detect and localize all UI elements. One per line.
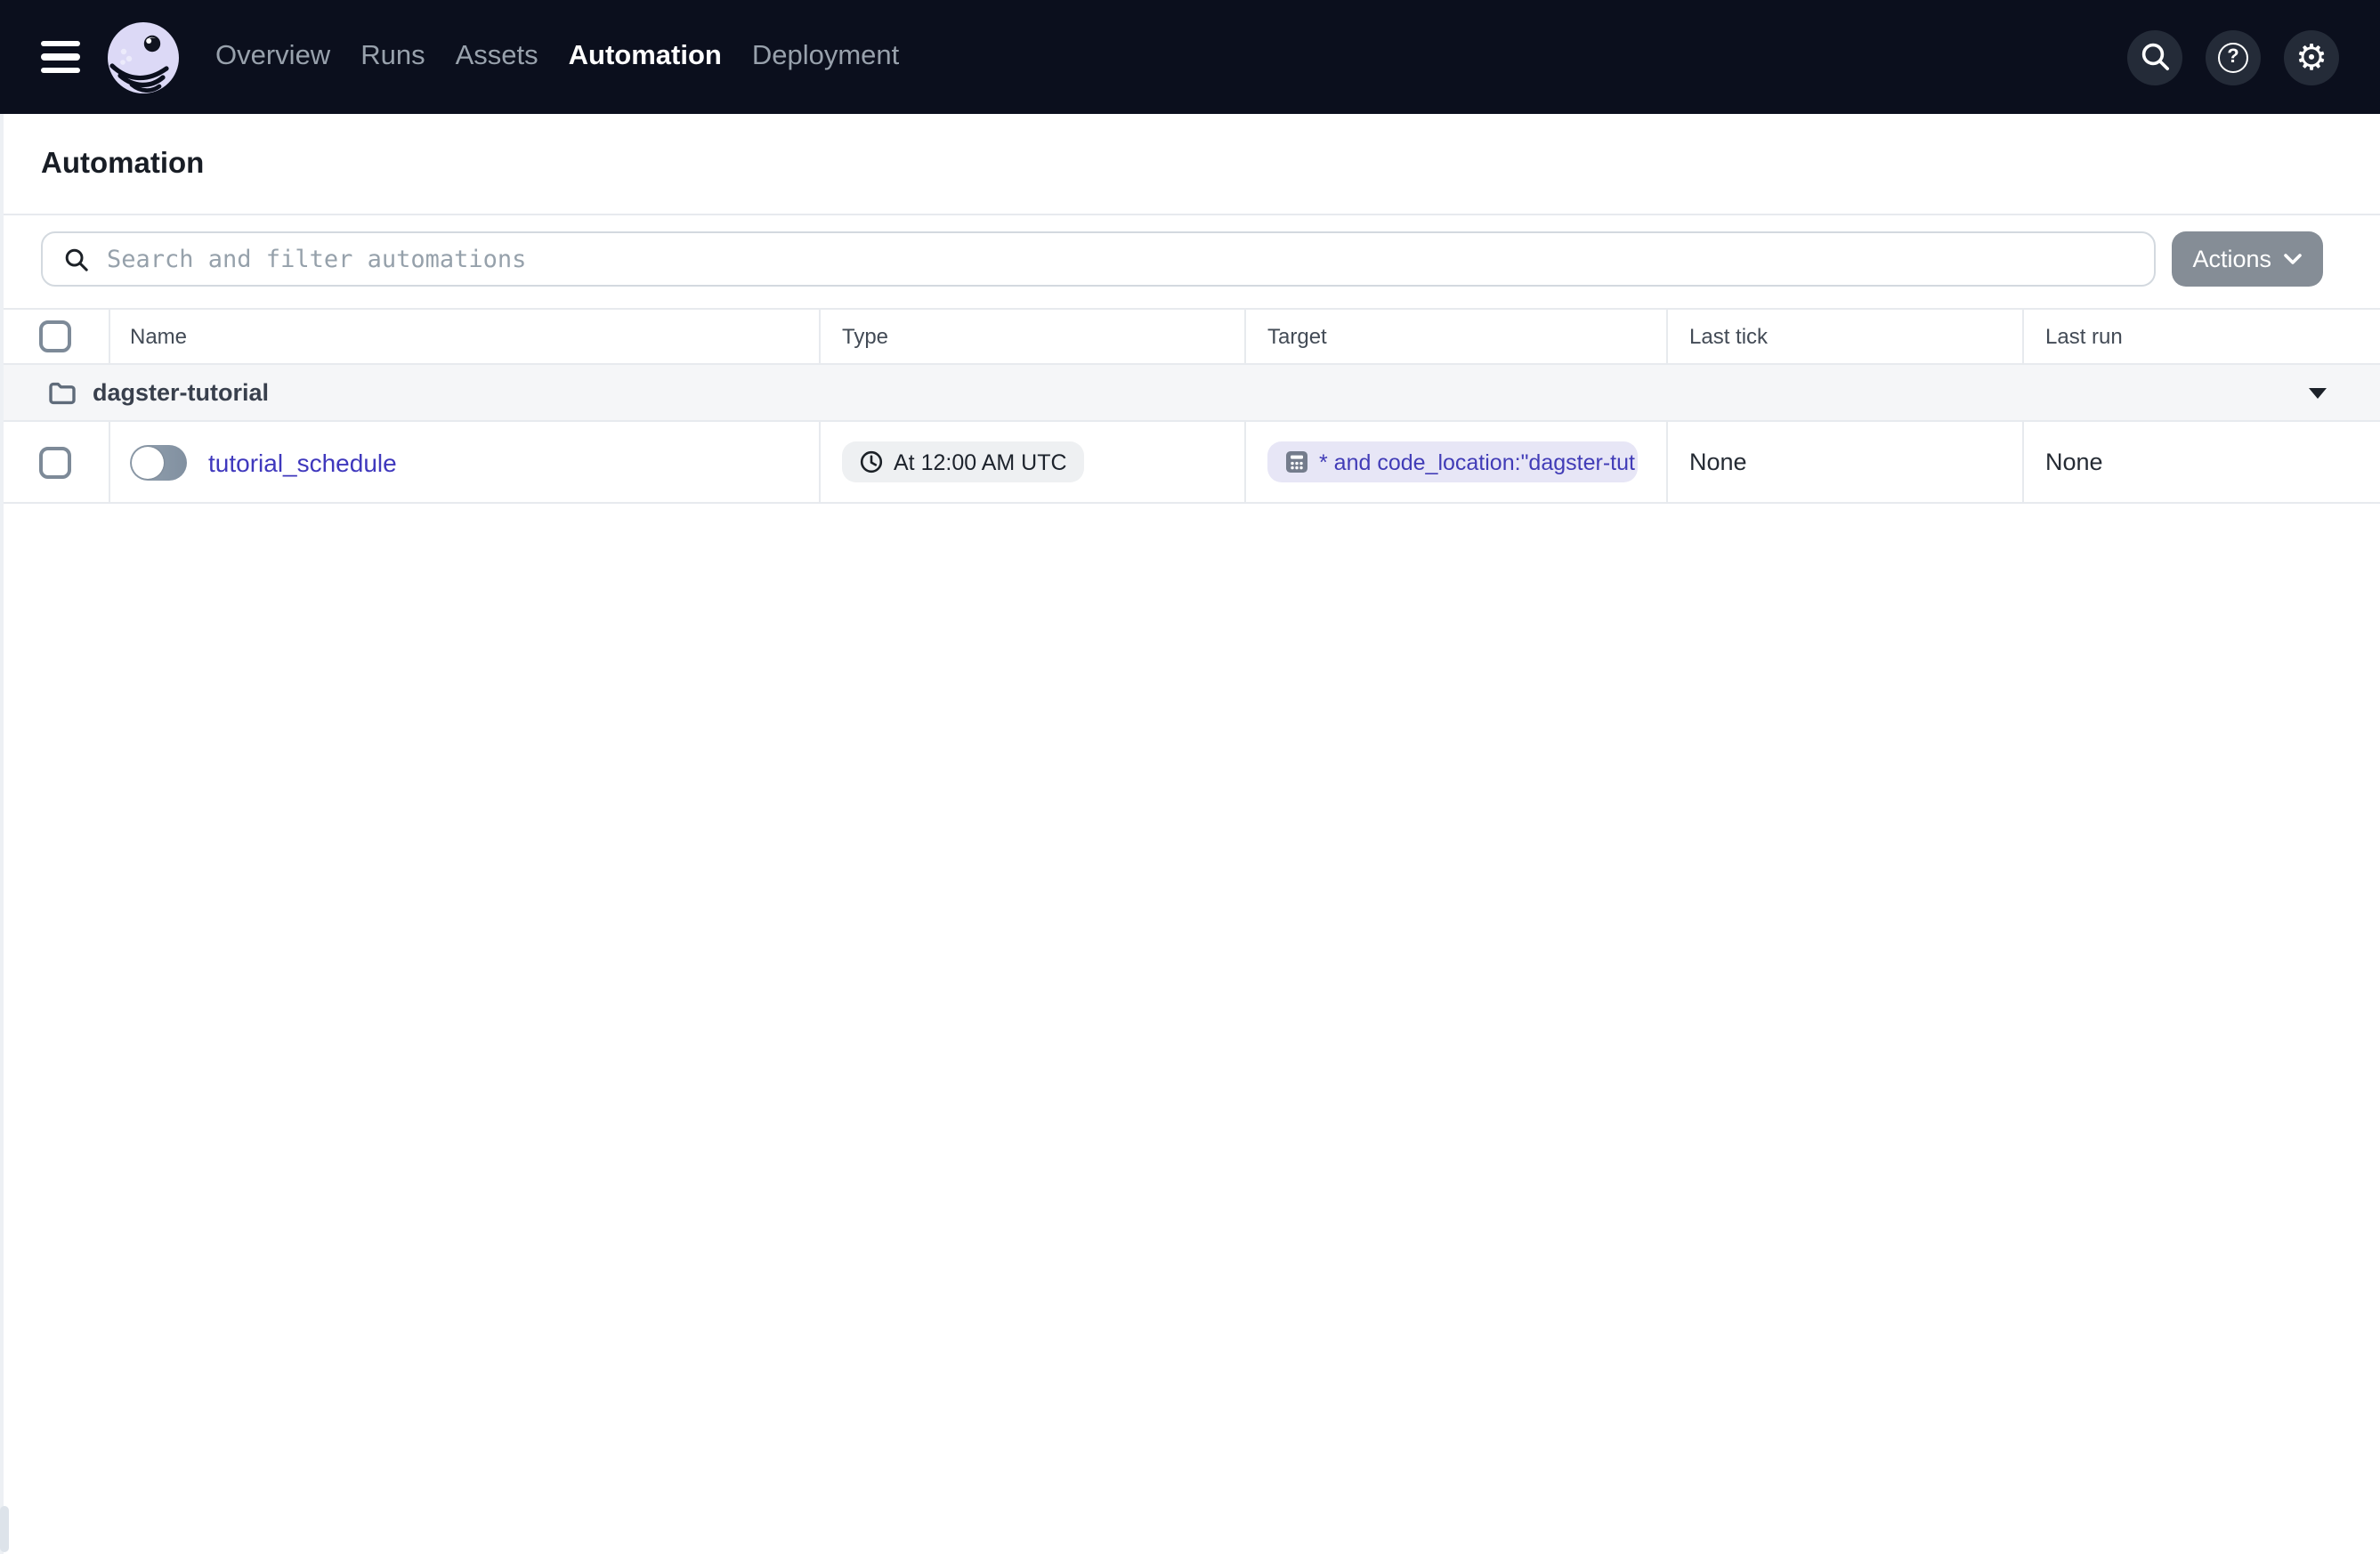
automations-table: Name Type Target Last tick Last run dags… — [0, 308, 2380, 504]
nav-item-automation[interactable]: Automation — [569, 41, 722, 73]
left-scrollbar-thumb[interactable] — [0, 1506, 9, 1552]
settings-button[interactable]: ⚙ — [2284, 29, 2339, 85]
nav-item-deployment[interactable]: Deployment — [752, 41, 899, 73]
column-header-last-run: Last run — [2022, 310, 2380, 363]
actions-button[interactable]: Actions — [2171, 231, 2323, 287]
page-title: Automation — [41, 147, 205, 179]
chevron-down-icon — [2284, 254, 2302, 264]
column-header-type: Type — [819, 310, 1244, 363]
dagster-app: Overview Runs Assets Automation Deployme… — [0, 0, 2380, 1554]
type-badge[interactable]: At 12:00 AM UTC — [842, 441, 1085, 482]
navbar-actions: ? ⚙ — [2127, 29, 2339, 85]
search-icon — [65, 247, 88, 271]
help-icon: ? — [2218, 42, 2248, 72]
actions-button-label: Actions — [2192, 246, 2271, 272]
table-header-row: Name Type Target Last tick Last run — [0, 310, 2380, 365]
help-button[interactable]: ? — [2206, 29, 2261, 85]
type-badge-label: At 12:00 AM UTC — [894, 449, 1067, 474]
dagster-logo-icon[interactable] — [107, 20, 180, 93]
left-scrollbar-track — [0, 114, 4, 1554]
automation-name-link[interactable]: tutorial_schedule — [208, 448, 397, 476]
column-header-last-tick: Last tick — [1666, 310, 2022, 363]
hamburger-icon[interactable] — [41, 36, 84, 78]
nav-item-runs[interactable]: Runs — [360, 41, 425, 73]
table-row: tutorial_schedule At 12:00 AM UTC * and … — [0, 422, 2380, 504]
search-box — [41, 231, 2156, 287]
last-tick-value: None — [1689, 449, 1747, 475]
selection-icon — [1286, 451, 1307, 473]
group-name: dagster-tutorial — [93, 379, 270, 406]
toggle-knob — [132, 446, 164, 478]
schedule-toggle[interactable] — [130, 444, 187, 480]
search-button[interactable] — [2127, 29, 2182, 85]
search-input[interactable] — [103, 231, 2154, 287]
search-icon — [2141, 43, 2169, 71]
top-navbar: Overview Runs Assets Automation Deployme… — [0, 0, 2380, 114]
clock-icon — [860, 450, 883, 473]
nav-item-overview[interactable]: Overview — [215, 41, 330, 73]
column-header-name: Name — [109, 310, 819, 363]
last-run-value: None — [2045, 449, 2103, 475]
nav-item-assets[interactable]: Assets — [456, 41, 538, 73]
target-badge-label: * and code_location:"dagster-tut — [1319, 449, 1635, 474]
primary-nav: Overview Runs Assets Automation Deployme… — [215, 41, 899, 73]
target-badge[interactable]: * and code_location:"dagster-tut — [1267, 441, 1638, 482]
controls-bar: Actions — [0, 215, 2380, 308]
row-checkbox[interactable] — [38, 446, 70, 478]
gear-icon: ⚙ — [2295, 36, 2327, 78]
column-header-target: Target — [1244, 310, 1666, 363]
page-header: Automation — [0, 114, 2380, 215]
folder-icon — [49, 381, 76, 404]
group-row-dagster-tutorial[interactable]: dagster-tutorial — [0, 365, 2380, 422]
caret-down-icon[interactable] — [2309, 387, 2327, 398]
select-all-checkbox[interactable] — [38, 320, 70, 352]
